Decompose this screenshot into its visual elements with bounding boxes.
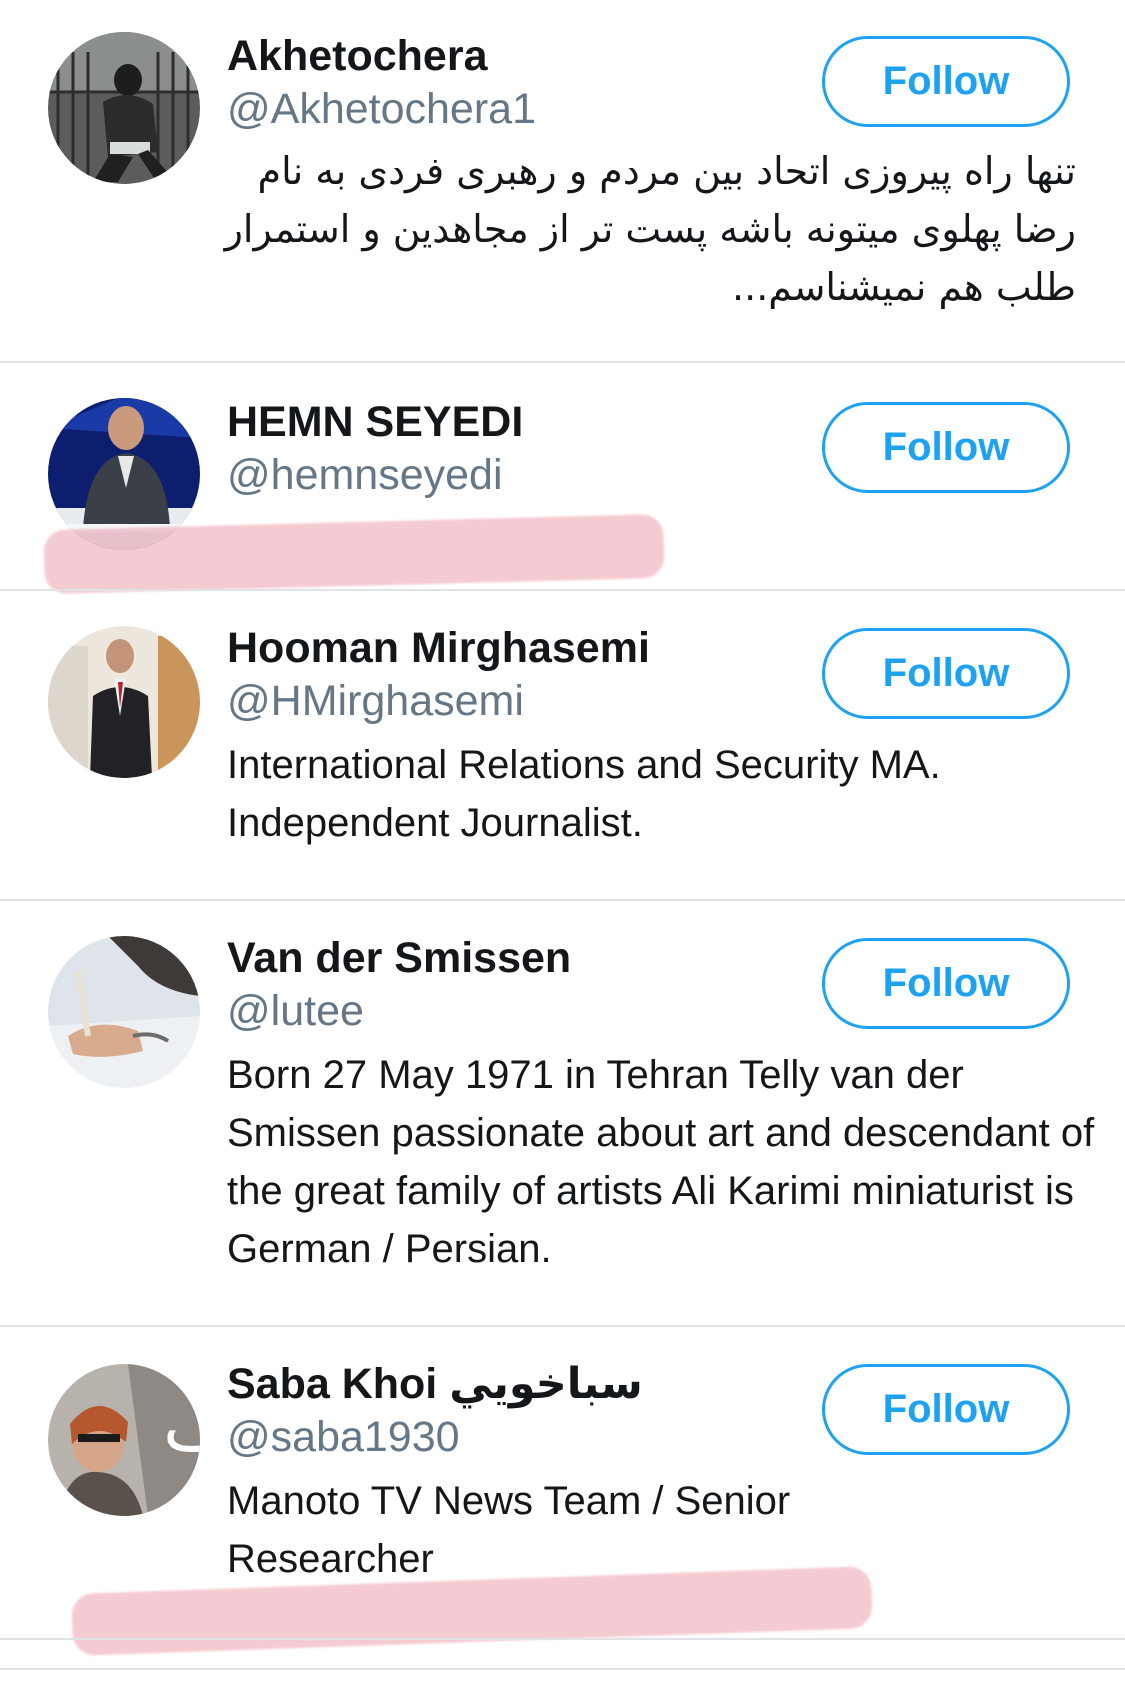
user-bio: International Relations and Security MA.…	[227, 743, 941, 845]
user-name: Van der Smissen	[227, 934, 572, 982]
avatar[interactable]	[48, 32, 200, 184]
svg-text:ف: ف	[163, 1384, 200, 1466]
user-handle: @hemnseyedi	[227, 451, 503, 499]
divider	[0, 589, 1125, 591]
follow-button[interactable]: Follow	[822, 938, 1070, 1029]
divider	[0, 1325, 1125, 1327]
avatar[interactable]	[48, 626, 200, 778]
user-handle: @lutee	[227, 987, 364, 1035]
user-bio: Born 27 May 1971 in Tehran Telly van der…	[227, 1053, 1095, 1271]
divider	[0, 1638, 1125, 1640]
follow-button[interactable]: Follow	[822, 36, 1070, 127]
user-name: Saba Khoi سباخويي	[227, 1360, 643, 1408]
divider	[0, 1668, 1125, 1670]
user-name: Hooman Mirghasemi	[227, 624, 650, 672]
follow-button[interactable]: Follow	[822, 1364, 1070, 1455]
follow-button[interactable]: Follow	[822, 628, 1070, 719]
user-handle: @saba1930	[227, 1413, 460, 1461]
user-name: Akhetochera	[227, 32, 488, 80]
avatar[interactable]: ف	[48, 1364, 200, 1516]
user-handle: @Akhetochera1	[227, 85, 536, 133]
divider	[0, 361, 1125, 363]
avatar[interactable]	[48, 936, 200, 1088]
user-bio: تنها راه پیروزی اتحاد بین مردم و رهبری ف…	[224, 149, 1076, 309]
highlight-mark	[71, 1566, 873, 1656]
user-handle: @HMirghasemi	[227, 677, 524, 725]
divider	[0, 899, 1125, 901]
follow-button[interactable]: Follow	[822, 402, 1070, 493]
user-name: HEMN SEYEDI	[227, 398, 524, 446]
